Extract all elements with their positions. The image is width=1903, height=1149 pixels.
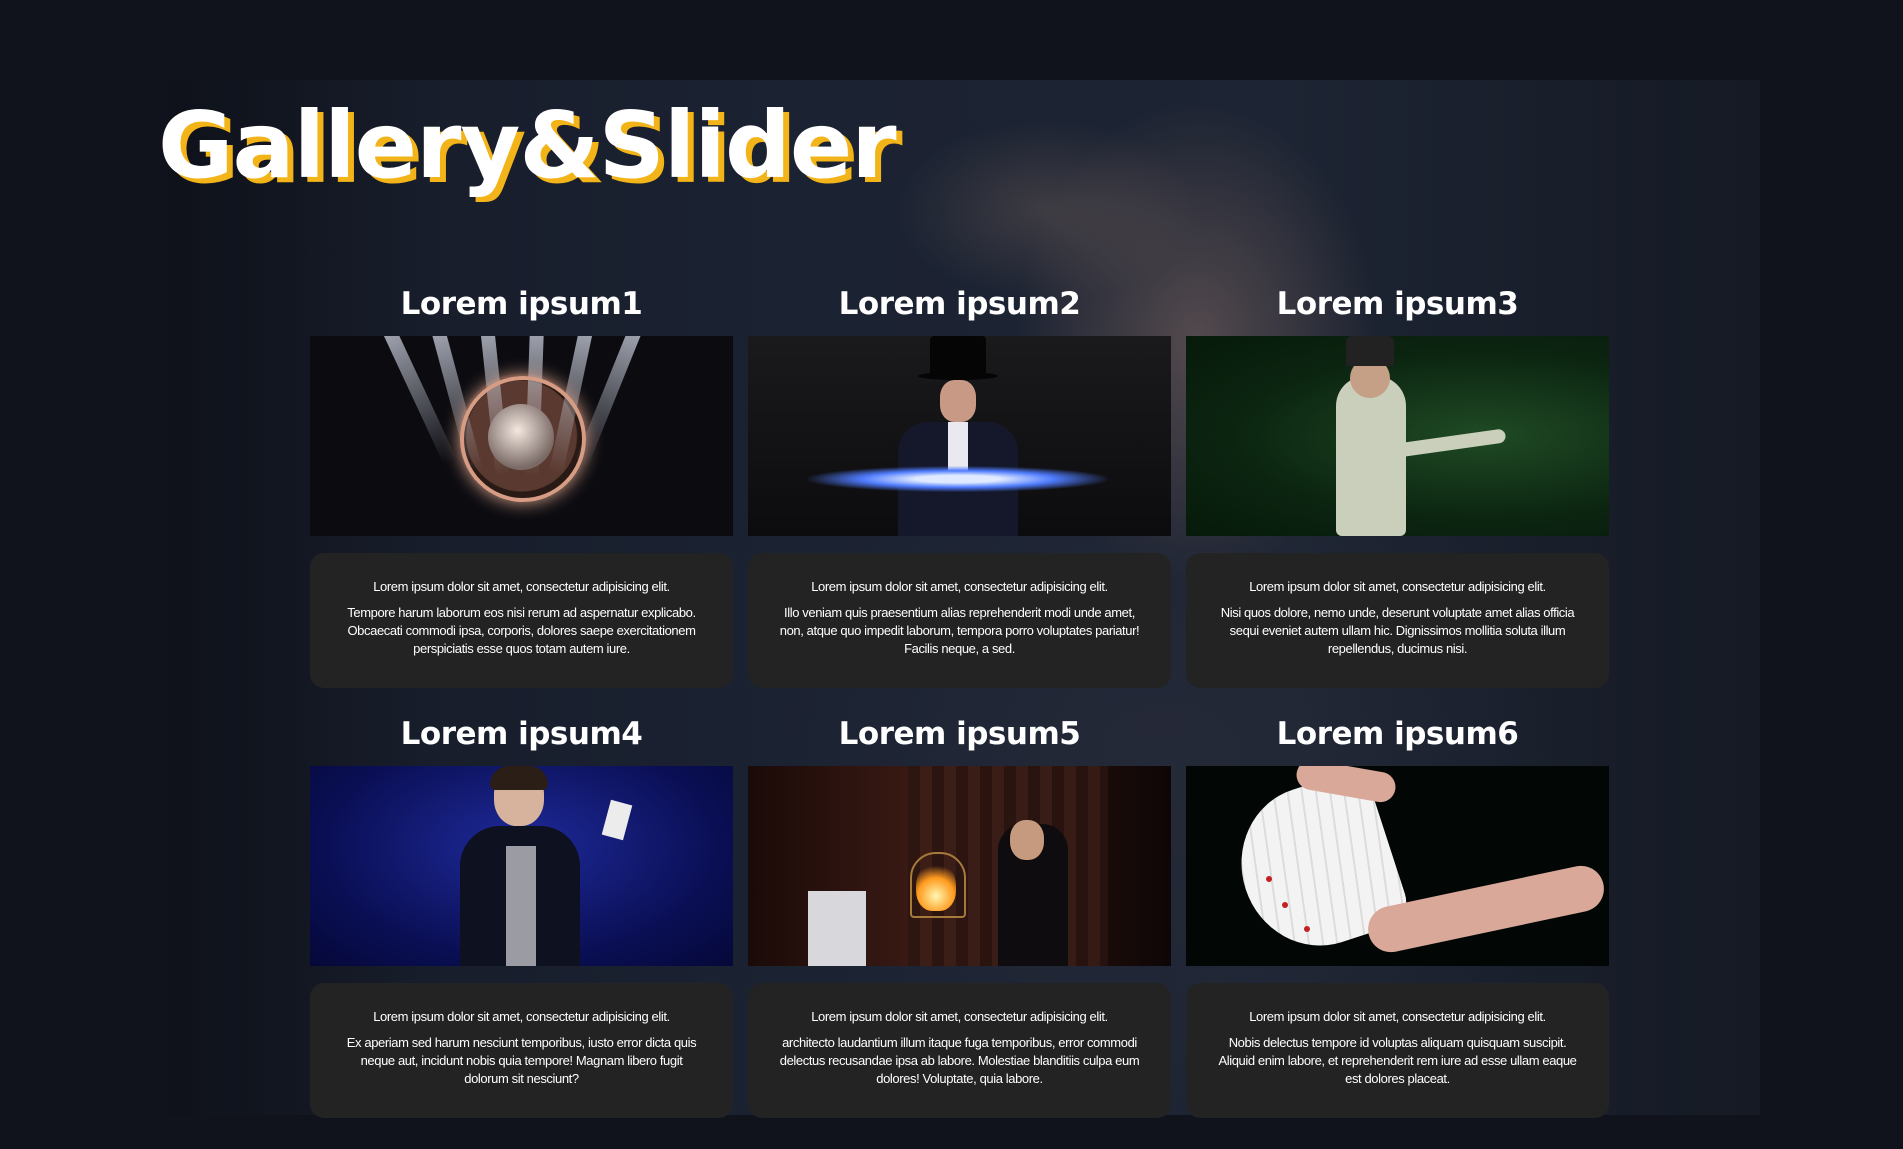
card-lead: Lorem ipsum dolor sit amet, consectetur …	[811, 579, 1108, 594]
page-title: Gallery&Slider	[158, 92, 897, 199]
card-description: Lorem ipsum dolor sit amet, consectetur …	[1186, 983, 1609, 1118]
card-description: Lorem ipsum dolor sit amet, consectetur …	[1186, 553, 1609, 688]
magician-cards-stage-image[interactable]	[310, 766, 733, 966]
card-lead: Lorem ipsum dolor sit amet, consectetur …	[1249, 579, 1546, 594]
gallery-card[interactable]: Lorem ipsum1 Lorem ipsum dolor sit amet,…	[310, 280, 733, 688]
card-title: Lorem ipsum6	[1276, 716, 1519, 752]
magician-fire-cage-image[interactable]	[748, 766, 1171, 966]
card-body: Tempore harum laborum eos nisi rerum ad …	[347, 605, 696, 656]
card-lead: Lorem ipsum dolor sit amet, consectetur …	[811, 1009, 1108, 1024]
card-title: Lorem ipsum5	[838, 716, 1081, 752]
card-body: Illo veniam quis praesentium alias repre…	[779, 605, 1140, 656]
card-description: Lorem ipsum dolor sit amet, consectetur …	[310, 983, 733, 1118]
gallery-card[interactable]: Lorem ipsum4 Lorem ipsum dolor sit amet,…	[310, 710, 733, 1118]
card-title: Lorem ipsum2	[838, 286, 1081, 322]
gallery-grid: Lorem ipsum1 Lorem ipsum dolor sit amet,…	[310, 280, 1610, 1118]
card-description: Lorem ipsum dolor sit amet, consectetur …	[748, 983, 1171, 1118]
card-description: Lorem ipsum dolor sit amet, consectetur …	[310, 553, 733, 688]
gallery-card[interactable]: Lorem ipsum3 Lorem ipsum dolor sit amet,…	[1186, 280, 1609, 688]
magician-forest-image[interactable]	[1186, 336, 1609, 536]
card-title: Lorem ipsum4	[400, 716, 643, 752]
magician-top-hat-image[interactable]	[748, 336, 1171, 536]
card-title: Lorem ipsum1	[400, 286, 643, 322]
gallery-card[interactable]: Lorem ipsum6 Lorem ipsum dolor sit amet,…	[1186, 710, 1609, 1118]
gallery-card[interactable]: Lorem ipsum5 Lorem ipsum dolor sit amet,…	[748, 710, 1171, 1118]
magician-stage-globe-image[interactable]	[310, 336, 733, 536]
card-lead: Lorem ipsum dolor sit amet, consectetur …	[373, 1009, 670, 1024]
card-fan-hands-image[interactable]	[1186, 766, 1609, 966]
card-lead: Lorem ipsum dolor sit amet, consectetur …	[373, 579, 670, 594]
card-lead: Lorem ipsum dolor sit amet, consectetur …	[1249, 1009, 1546, 1024]
card-body: Ex aperiam sed harum nesciunt temporibus…	[346, 1035, 697, 1086]
card-description: Lorem ipsum dolor sit amet, consectetur …	[748, 553, 1171, 688]
card-title: Lorem ipsum3	[1276, 286, 1519, 322]
gallery-card[interactable]: Lorem ipsum2 Lorem ipsum dolor sit amet,…	[748, 280, 1171, 688]
card-body: architecto laudantium illum itaque fuga …	[779, 1035, 1140, 1086]
card-body: Nisi quos dolore, nemo unde, deserunt vo…	[1220, 605, 1575, 656]
card-body: Nobis delectus tempore id voluptas aliqu…	[1218, 1035, 1577, 1086]
